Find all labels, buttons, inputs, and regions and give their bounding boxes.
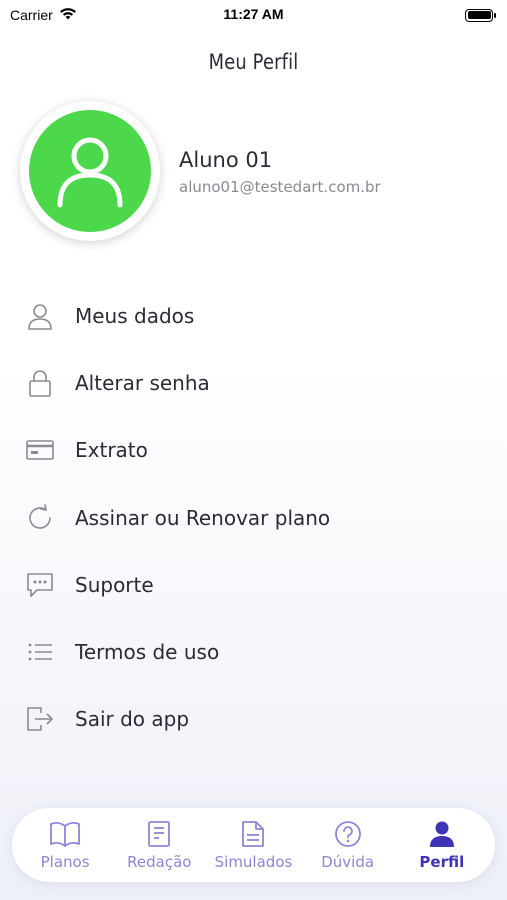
menu-item-suporte[interactable]: Suporte (0, 551, 507, 618)
tab-planos[interactable]: Planos (19, 813, 111, 877)
menu-item-meus-dados[interactable]: Meus dados (0, 282, 507, 349)
tab-label: Planos (40, 853, 90, 871)
menu-item-label: Suporte (75, 572, 154, 597)
profile-menu: Meus dados Alterar senha Extrato Assinar… (0, 282, 507, 753)
menu-item-label: Termos de uso (75, 640, 220, 665)
tab-label: Perfil (419, 853, 465, 871)
page-title: Meu Perfil (208, 50, 299, 74)
tab-redacao[interactable]: Redação (113, 813, 205, 877)
tab-duvida[interactable]: Dúvida (302, 813, 394, 877)
menu-item-label: Alterar senha (75, 370, 210, 395)
status-bar: Carrier 11:27 AM (0, 0, 507, 30)
tab-bar: Planos Redação Simulados Dúvida Perfil (12, 808, 495, 882)
status-time: 11:27 AM (223, 6, 284, 22)
menu-item-label: Assinar ou Renovar plano (75, 505, 331, 530)
chat-icon (25, 570, 55, 600)
book-icon (49, 819, 81, 849)
avatar-circle (29, 110, 151, 232)
avatar[interactable] (20, 101, 160, 241)
profile-name: Aluno 01 (179, 148, 273, 172)
menu-item-sair[interactable]: Sair do app (0, 686, 507, 753)
user-icon (25, 301, 55, 331)
menu-item-termos[interactable]: Termos de uso (0, 618, 507, 685)
tab-label: Simulados (214, 853, 293, 871)
lock-icon (25, 368, 55, 398)
menu-item-assinar-renovar[interactable]: Assinar ou Renovar plano (0, 484, 507, 551)
battery-icon (465, 8, 496, 22)
menu-item-extrato[interactable]: Extrato (0, 417, 507, 484)
tab-perfil[interactable]: Perfil (396, 813, 488, 877)
tab-simulados[interactable]: Simulados (207, 813, 299, 877)
logout-icon (25, 704, 55, 734)
file-icon (241, 819, 265, 849)
tab-label: Dúvida (321, 853, 375, 871)
menu-item-label: Extrato (75, 438, 148, 463)
profile-email: aluno01@testedart.com.br (179, 178, 381, 196)
menu-item-label: Meus dados (75, 303, 195, 328)
list-icon (25, 637, 55, 667)
menu-item-label: Sair do app (75, 707, 190, 732)
menu-item-alterar-senha[interactable]: Alterar senha (0, 349, 507, 416)
card-icon (25, 435, 55, 465)
person-avatar-icon (57, 137, 123, 208)
question-icon (334, 819, 362, 849)
refresh-icon (25, 503, 55, 533)
tab-label: Redação (127, 853, 192, 871)
document-icon (147, 819, 171, 849)
person-icon (428, 819, 456, 849)
